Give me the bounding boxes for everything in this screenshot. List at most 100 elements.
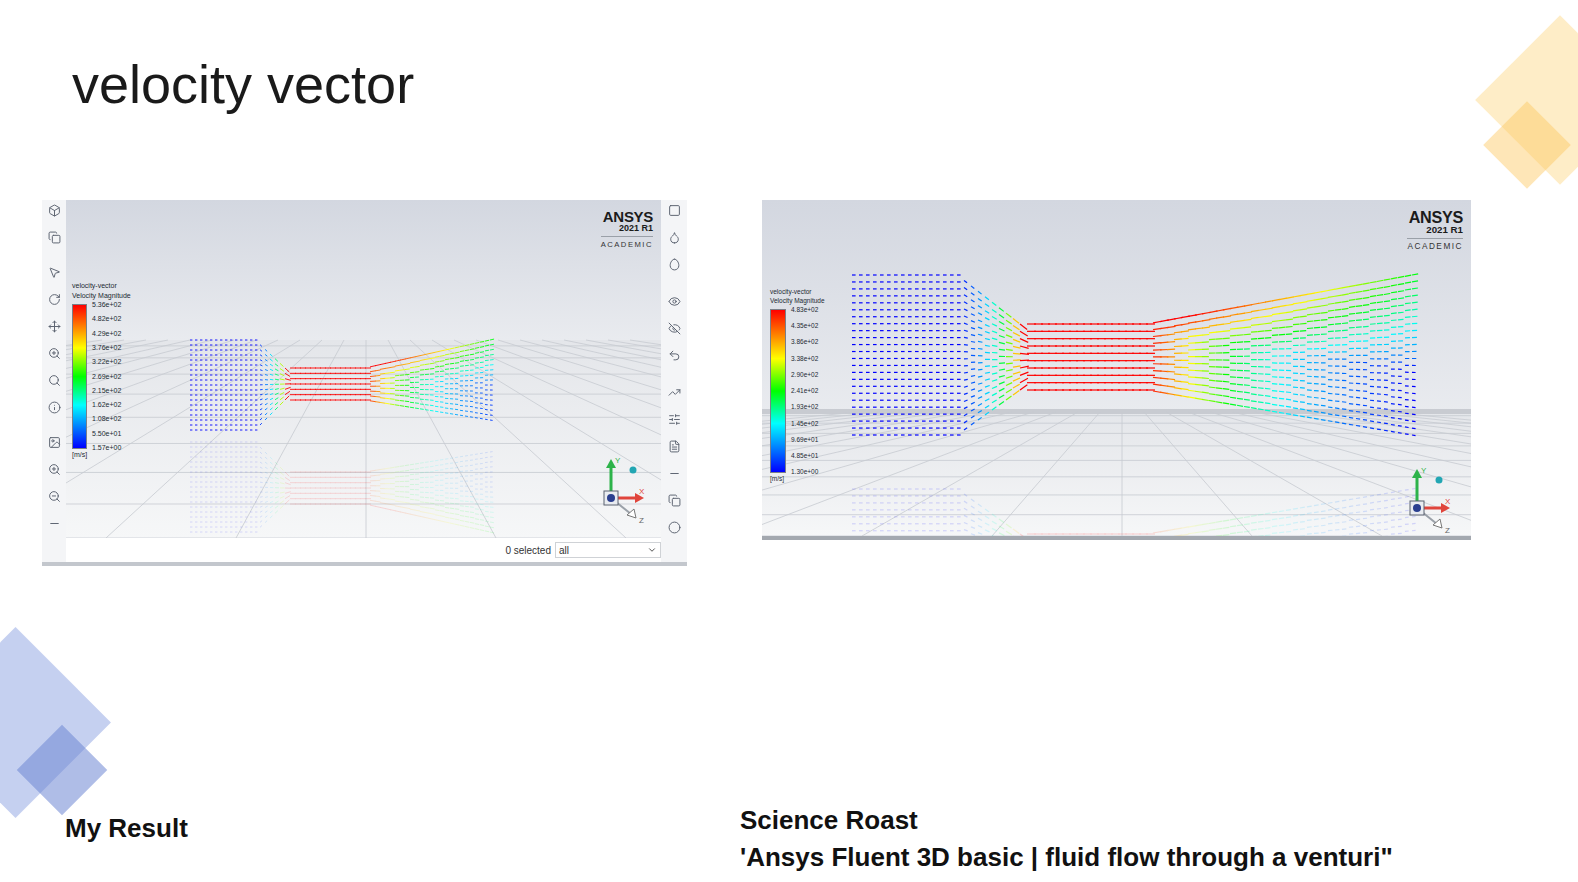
velocity-vector-arrow — [190, 527, 192, 528]
tool-button[interactable] — [45, 318, 63, 335]
filter-select[interactable]: all — [555, 542, 661, 558]
velocity-vector-arrow — [859, 393, 863, 394]
velocity-vector-arrow — [395, 501, 400, 503]
velocity-vector-arrow — [1265, 527, 1270, 529]
velocity-vector-arrow — [275, 501, 278, 503]
velocity-vector-arrow — [215, 472, 217, 473]
tool-button[interactable] — [665, 293, 683, 310]
tool-button[interactable] — [665, 411, 683, 428]
velocity-vector-arrow — [887, 509, 891, 510]
velocity-vector-arrow — [999, 533, 1004, 536]
velocity-vector-arrow — [210, 410, 212, 411]
velocity-vector-arrow — [485, 467, 488, 468]
velocity-vector-arrow — [215, 360, 217, 361]
velocity-vector-arrow — [250, 497, 252, 498]
velocity-vector-arrow — [400, 496, 404, 497]
velocity-vector-arrow — [215, 370, 217, 371]
velocity-vector-arrow — [225, 390, 227, 391]
velocity-vector-arrow — [225, 452, 227, 453]
velocity-vector-arrow — [395, 486, 400, 487]
flow-canvas[interactable] — [66, 200, 661, 538]
velocity-vector-arrow — [245, 345, 247, 346]
velocity-vector-arrow — [859, 344, 863, 345]
velocity-vector-arrow — [410, 474, 414, 475]
velocity-vector-arrow — [1328, 502, 1332, 504]
flow-canvas[interactable] — [762, 200, 1471, 536]
velocity-vector-arrow — [852, 434, 856, 435]
velocity-vector-arrow — [250, 492, 252, 493]
velocity-vector-arrow — [992, 536, 997, 537]
velocity-vector-arrow — [230, 467, 232, 468]
velocity-vector-arrow — [852, 414, 856, 415]
tool-button[interactable] — [665, 320, 683, 337]
tool-button[interactable] — [665, 202, 683, 219]
tool-button[interactable] — [45, 488, 63, 505]
tool-button[interactable] — [665, 384, 683, 401]
velocity-vector-arrow — [280, 388, 285, 389]
velocity-vector-arrow — [220, 340, 222, 341]
tool-button[interactable] — [665, 347, 683, 364]
tool-button[interactable] — [45, 399, 63, 416]
velocity-vector-arrow — [410, 494, 414, 495]
velocity-vector-arrow — [887, 495, 891, 496]
tool-button[interactable] — [45, 461, 63, 478]
velocity-vector-arrow — [1328, 509, 1332, 511]
tool-button[interactable] — [45, 291, 63, 308]
velocity-vector-arrow — [235, 390, 237, 391]
velocity-vector-arrow — [210, 430, 212, 431]
velocity-vector-arrow — [270, 482, 273, 484]
velocity-vector-arrow — [455, 357, 459, 359]
tool-button[interactable] — [45, 229, 63, 246]
tool-button[interactable] — [45, 264, 63, 281]
velocity-vector-arrow — [225, 492, 227, 493]
velocity-vector-arrow — [205, 517, 207, 518]
velocity-vector-arrow — [205, 512, 207, 513]
velocity-vector-arrow — [265, 472, 268, 473]
velocity-vector-arrow — [275, 497, 279, 498]
graphics-viewport[interactable]: velocity-vectorVelocity Magnitude5.36e+0… — [66, 200, 661, 538]
velocity-vector-arrow — [390, 361, 396, 362]
tool-button[interactable] — [665, 438, 683, 455]
legend-title: velocity-vector — [72, 282, 131, 290]
velocity-vector-arrow — [200, 532, 202, 533]
velocity-vector-arrow — [225, 365, 227, 366]
velocity-vector-arrow — [265, 379, 268, 380]
velocity-vector-arrow — [435, 500, 439, 501]
velocity-vector-arrow — [270, 496, 273, 498]
tool-button[interactable] — [45, 202, 63, 219]
velocity-vector-arrow — [245, 452, 247, 453]
tool-button[interactable] — [665, 519, 683, 536]
velocity-vector-arrow — [285, 492, 291, 494]
velocity-vector-arrow — [480, 382, 483, 383]
velocity-vector-arrow — [405, 406, 409, 408]
velocity-vector-arrow — [265, 408, 267, 410]
velocity-vector-arrow — [859, 488, 863, 489]
velocity-vector-arrow — [280, 378, 285, 380]
graphics-viewport[interactable]: velocity-vectorVelocity Magnitude4.83e+0… — [762, 200, 1471, 536]
velocity-vector-arrow — [460, 481, 463, 482]
velocity-vector-arrow — [440, 365, 444, 367]
velocity-vector-arrow — [465, 506, 469, 507]
velocity-vector-arrow — [475, 474, 478, 475]
velocity-vector-arrow — [450, 398, 453, 399]
velocity-vector-arrow — [195, 492, 197, 493]
tool-button[interactable] — [45, 345, 63, 362]
velocity-vector-arrow — [915, 523, 919, 524]
velocity-vector-arrow — [852, 344, 856, 345]
tool-button[interactable] — [665, 229, 683, 246]
velocity-vector-arrow — [415, 479, 419, 480]
velocity-vector-arrow — [1335, 515, 1339, 517]
velocity-vector-arrow — [465, 491, 468, 492]
tool-button[interactable] — [665, 492, 683, 509]
velocity-vector-arrow — [1405, 523, 1409, 525]
velocity-vector-arrow — [485, 501, 488, 502]
tool-button[interactable] — [45, 515, 63, 532]
tool-button[interactable] — [665, 465, 683, 482]
tool-button[interactable] — [45, 434, 63, 451]
velocity-vector-arrow — [395, 390, 400, 391]
tool-button[interactable] — [665, 256, 683, 273]
tool-button[interactable] — [45, 372, 63, 389]
velocity-vector-arrow — [480, 377, 483, 378]
velocity-vector-arrow — [430, 461, 434, 463]
velocity-vector-arrow — [420, 492, 424, 493]
